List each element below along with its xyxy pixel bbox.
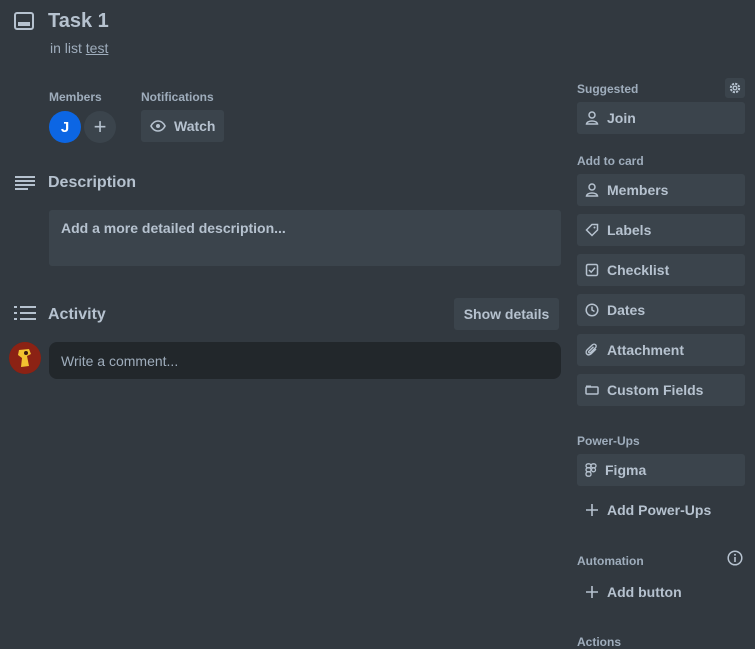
add-member-button[interactable]: + xyxy=(84,111,116,143)
member-avatar[interactable]: J xyxy=(49,111,81,143)
eye-icon xyxy=(150,120,166,132)
suggested-settings-button[interactable] xyxy=(725,78,745,98)
in-list-prefix: in list xyxy=(50,40,82,56)
notifications-label: Notifications xyxy=(141,90,214,104)
figma-label: Figma xyxy=(605,462,647,478)
members-label: Members xyxy=(49,90,102,104)
person-icon xyxy=(585,183,599,197)
join-button[interactable]: Join xyxy=(577,102,745,134)
members-button[interactable]: Members xyxy=(577,174,745,206)
custom-fields-icon xyxy=(585,385,599,395)
info-icon[interactable] xyxy=(727,550,743,566)
automation-label: Automation xyxy=(577,554,644,568)
checklist-icon xyxy=(585,263,599,277)
dates-button[interactable]: Dates xyxy=(577,294,745,326)
dates-button-label: Dates xyxy=(607,302,646,318)
plus-icon xyxy=(586,586,598,598)
card-icon xyxy=(14,12,34,30)
user-avatar-image xyxy=(9,342,41,374)
in-list-text: in list test xyxy=(50,40,108,56)
user-avatar[interactable] xyxy=(9,342,41,374)
tag-icon xyxy=(585,223,599,237)
custom-fields-button[interactable]: Custom Fields xyxy=(577,374,745,406)
description-input[interactable]: Add a more detailed description... xyxy=(49,210,561,266)
person-icon xyxy=(585,111,599,125)
clock-icon xyxy=(585,303,599,317)
custom-fields-button-label: Custom Fields xyxy=(607,382,704,398)
comment-input[interactable]: Write a comment... xyxy=(49,342,561,379)
figma-icon xyxy=(585,463,597,477)
list-link[interactable]: test xyxy=(86,40,109,56)
watch-button[interactable]: Watch xyxy=(141,110,224,142)
checklist-button-label: Checklist xyxy=(607,262,670,278)
plus-icon xyxy=(586,504,598,516)
labels-button[interactable]: Labels xyxy=(577,214,745,246)
suggested-label: Suggested xyxy=(577,82,639,96)
card-title[interactable]: Task 1 xyxy=(48,10,109,33)
show-details-button[interactable]: Show details xyxy=(454,298,559,330)
add-button-button[interactable]: Add button xyxy=(577,576,745,608)
paperclip-icon xyxy=(585,343,597,356)
labels-button-label: Labels xyxy=(607,222,652,238)
watch-label: Watch xyxy=(174,118,216,134)
checklist-button[interactable]: Checklist xyxy=(577,254,745,286)
description-heading: Description xyxy=(48,174,137,191)
activity-heading: Activity xyxy=(48,306,106,323)
join-label: Join xyxy=(607,110,636,126)
power-ups-label: Power-Ups xyxy=(577,434,640,448)
attachment-button[interactable]: Attachment xyxy=(577,334,745,366)
members-button-label: Members xyxy=(607,182,669,198)
figma-button[interactable]: Figma xyxy=(577,454,745,486)
add-power-ups-label: Add Power-Ups xyxy=(607,502,712,518)
attachment-button-label: Attachment xyxy=(607,342,685,358)
add-power-ups-button[interactable]: Add Power-Ups xyxy=(577,494,745,526)
add-button-label: Add button xyxy=(607,584,682,600)
add-to-card-label: Add to card xyxy=(577,154,644,168)
activity-icon xyxy=(14,306,36,320)
description-icon xyxy=(15,176,35,190)
gear-icon xyxy=(729,82,741,94)
